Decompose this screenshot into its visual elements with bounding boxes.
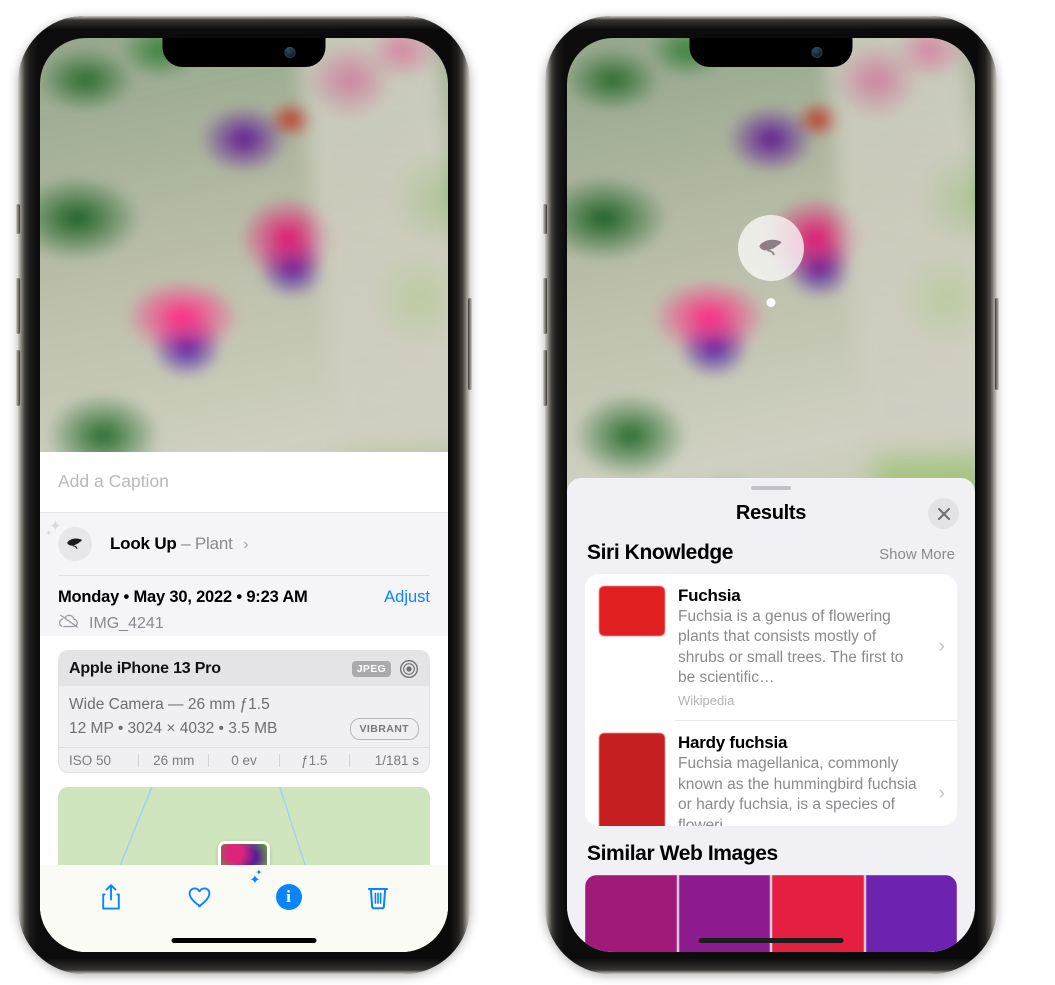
- chevron-right-icon: ›: [938, 783, 945, 805]
- photo-metadata: Monday • May 30, 2022 • 9:23 AM Adjust I…: [40, 575, 448, 637]
- map-photo-pin[interactable]: [218, 840, 270, 865]
- file-name: IMG_4241: [89, 614, 164, 632]
- favorite-button[interactable]: [170, 879, 230, 915]
- leaf-icon: ✦ ✦: [45, 519, 92, 561]
- sheet-header: Results: [567, 490, 975, 536]
- section-title: Similar Web Images: [587, 841, 778, 865]
- photo-info-panel: Add a Caption ✦ ✦ Look Up – Plant › Mond…: [40, 452, 448, 952]
- close-icon: [937, 507, 950, 520]
- exif-exposure: 0 ev: [231, 753, 257, 769]
- exif-shutter: 1/181 s: [374, 753, 420, 769]
- web-image-thumbnail[interactable]: [585, 874, 677, 952]
- list-item[interactable]: Hardy fuchsia Fuchsia magellanica, commo…: [585, 721, 957, 826]
- device-notch: [689, 38, 853, 67]
- adjust-button[interactable]: Adjust: [384, 588, 430, 607]
- icloud-slash-icon: [58, 613, 80, 634]
- volume-down-button[interactable]: [16, 350, 20, 406]
- caption-input[interactable]: Add a Caption: [40, 452, 448, 512]
- exif-aperture: ƒ1.5: [301, 753, 328, 769]
- aperture-icon: [399, 659, 419, 679]
- results-sheet: Results Siri Knowledge Show More Fuchsia…: [567, 478, 975, 952]
- camera-info-card[interactable]: Apple iPhone 13 Pro JPEG Wide Camera — 2…: [58, 650, 430, 774]
- look-up-subject: Plant: [194, 533, 233, 553]
- chevron-right-icon: ›: [243, 535, 249, 553]
- divider: [58, 575, 430, 577]
- photo-location-map[interactable]: [58, 787, 430, 865]
- screenshot-stage: Add a Caption ✦ ✦ Look Up – Plant › Mond…: [0, 0, 1055, 985]
- camera-card-body: Wide Camera — 26 mm ƒ1.5 12 MP • 3024 × …: [59, 686, 429, 747]
- section-title: Siri Knowledge: [587, 540, 734, 564]
- capture-date: Monday • May 30, 2022 • 9:23 AM: [58, 588, 308, 607]
- sheet-title: Results: [735, 501, 807, 524]
- delete-button[interactable]: [348, 879, 408, 915]
- sparkle-small-icon: ✦: [255, 867, 263, 877]
- silent-switch[interactable]: [543, 204, 547, 234]
- result-thumbnail: [599, 733, 665, 826]
- silent-switch[interactable]: [16, 204, 20, 234]
- screen-left: Add a Caption ✦ ✦ Look Up – Plant › Mond…: [40, 38, 448, 952]
- result-title: Hardy fuchsia: [678, 733, 788, 753]
- look-up-dash: –: [181, 533, 191, 553]
- side-power-button[interactable]: [995, 298, 999, 390]
- share-button[interactable]: [81, 879, 141, 915]
- device-notch: [162, 38, 326, 67]
- side-power-button[interactable]: [468, 298, 472, 390]
- volume-up-button[interactable]: [543, 278, 547, 334]
- close-button[interactable]: [928, 498, 959, 530]
- list-item[interactable]: Fuchsia Fuchsia is a genus of flowering …: [585, 574, 957, 720]
- info-glyph: i: [275, 883, 302, 910]
- photographic-style-badge: VIBRANT: [349, 717, 419, 741]
- iphone-device-left: Add a Caption ✦ ✦ Look Up – Plant › Mond…: [16, 16, 472, 974]
- volume-up-button[interactable]: [16, 278, 20, 334]
- result-description: Fuchsia magellanica, commonly known as t…: [678, 755, 917, 826]
- siri-knowledge-header: Siri Knowledge Show More: [567, 537, 975, 574]
- info-button[interactable]: ✦ ✦ i: [250, 868, 319, 915]
- home-indicator[interactable]: [171, 938, 317, 943]
- result-thumbnail: [599, 585, 665, 636]
- device-model: Apple iPhone 13 Pro: [69, 659, 221, 677]
- lens-info: Wide Camera — 26 mm ƒ1.5: [69, 696, 270, 714]
- web-image-thumbnail[interactable]: [865, 874, 957, 952]
- screen-right: Results Siri Knowledge Show More Fuchsia…: [567, 38, 975, 952]
- sparkle-small-icon: ✦: [45, 527, 53, 538]
- siri-knowledge-card: Fuchsia Fuchsia is a genus of flowering …: [585, 573, 957, 826]
- result-description: Fuchsia is a genus of flowering plants t…: [678, 607, 904, 687]
- result-title: Fuchsia: [678, 585, 741, 605]
- caption-placeholder: Add a Caption: [58, 471, 169, 492]
- volume-down-button[interactable]: [543, 350, 547, 406]
- look-up-row[interactable]: ✦ ✦ Look Up – Plant ›: [40, 512, 448, 576]
- similar-web-images-header: Similar Web Images: [567, 826, 975, 875]
- look-up-label: Look Up – Plant ›: [110, 533, 249, 554]
- result-source: Wikipedia: [678, 693, 735, 709]
- exif-iso: ISO 50: [69, 753, 112, 769]
- show-more-button[interactable]: Show More: [879, 546, 955, 563]
- front-camera-icon: [284, 47, 296, 58]
- leaf-icon: [759, 239, 782, 256]
- front-camera-icon: [811, 47, 823, 58]
- resolution-info: 12 MP • 3024 × 4032 • 3.5 MB: [69, 720, 278, 738]
- camera-card-header: Apple iPhone 13 Pro JPEG: [59, 651, 429, 687]
- iphone-device-right: Results Siri Knowledge Show More Fuchsia…: [543, 16, 999, 974]
- home-indicator[interactable]: [698, 938, 844, 943]
- chevron-right-icon: ›: [938, 635, 945, 657]
- visual-look-up-badge[interactable]: [738, 215, 804, 281]
- exif-row: ISO 50 26 mm 0 ev ƒ1.5 1/181 s: [59, 747, 429, 772]
- format-badge: JPEG: [351, 660, 391, 677]
- look-up-title: Look Up: [110, 533, 177, 553]
- exif-focal: 26 mm: [153, 753, 195, 769]
